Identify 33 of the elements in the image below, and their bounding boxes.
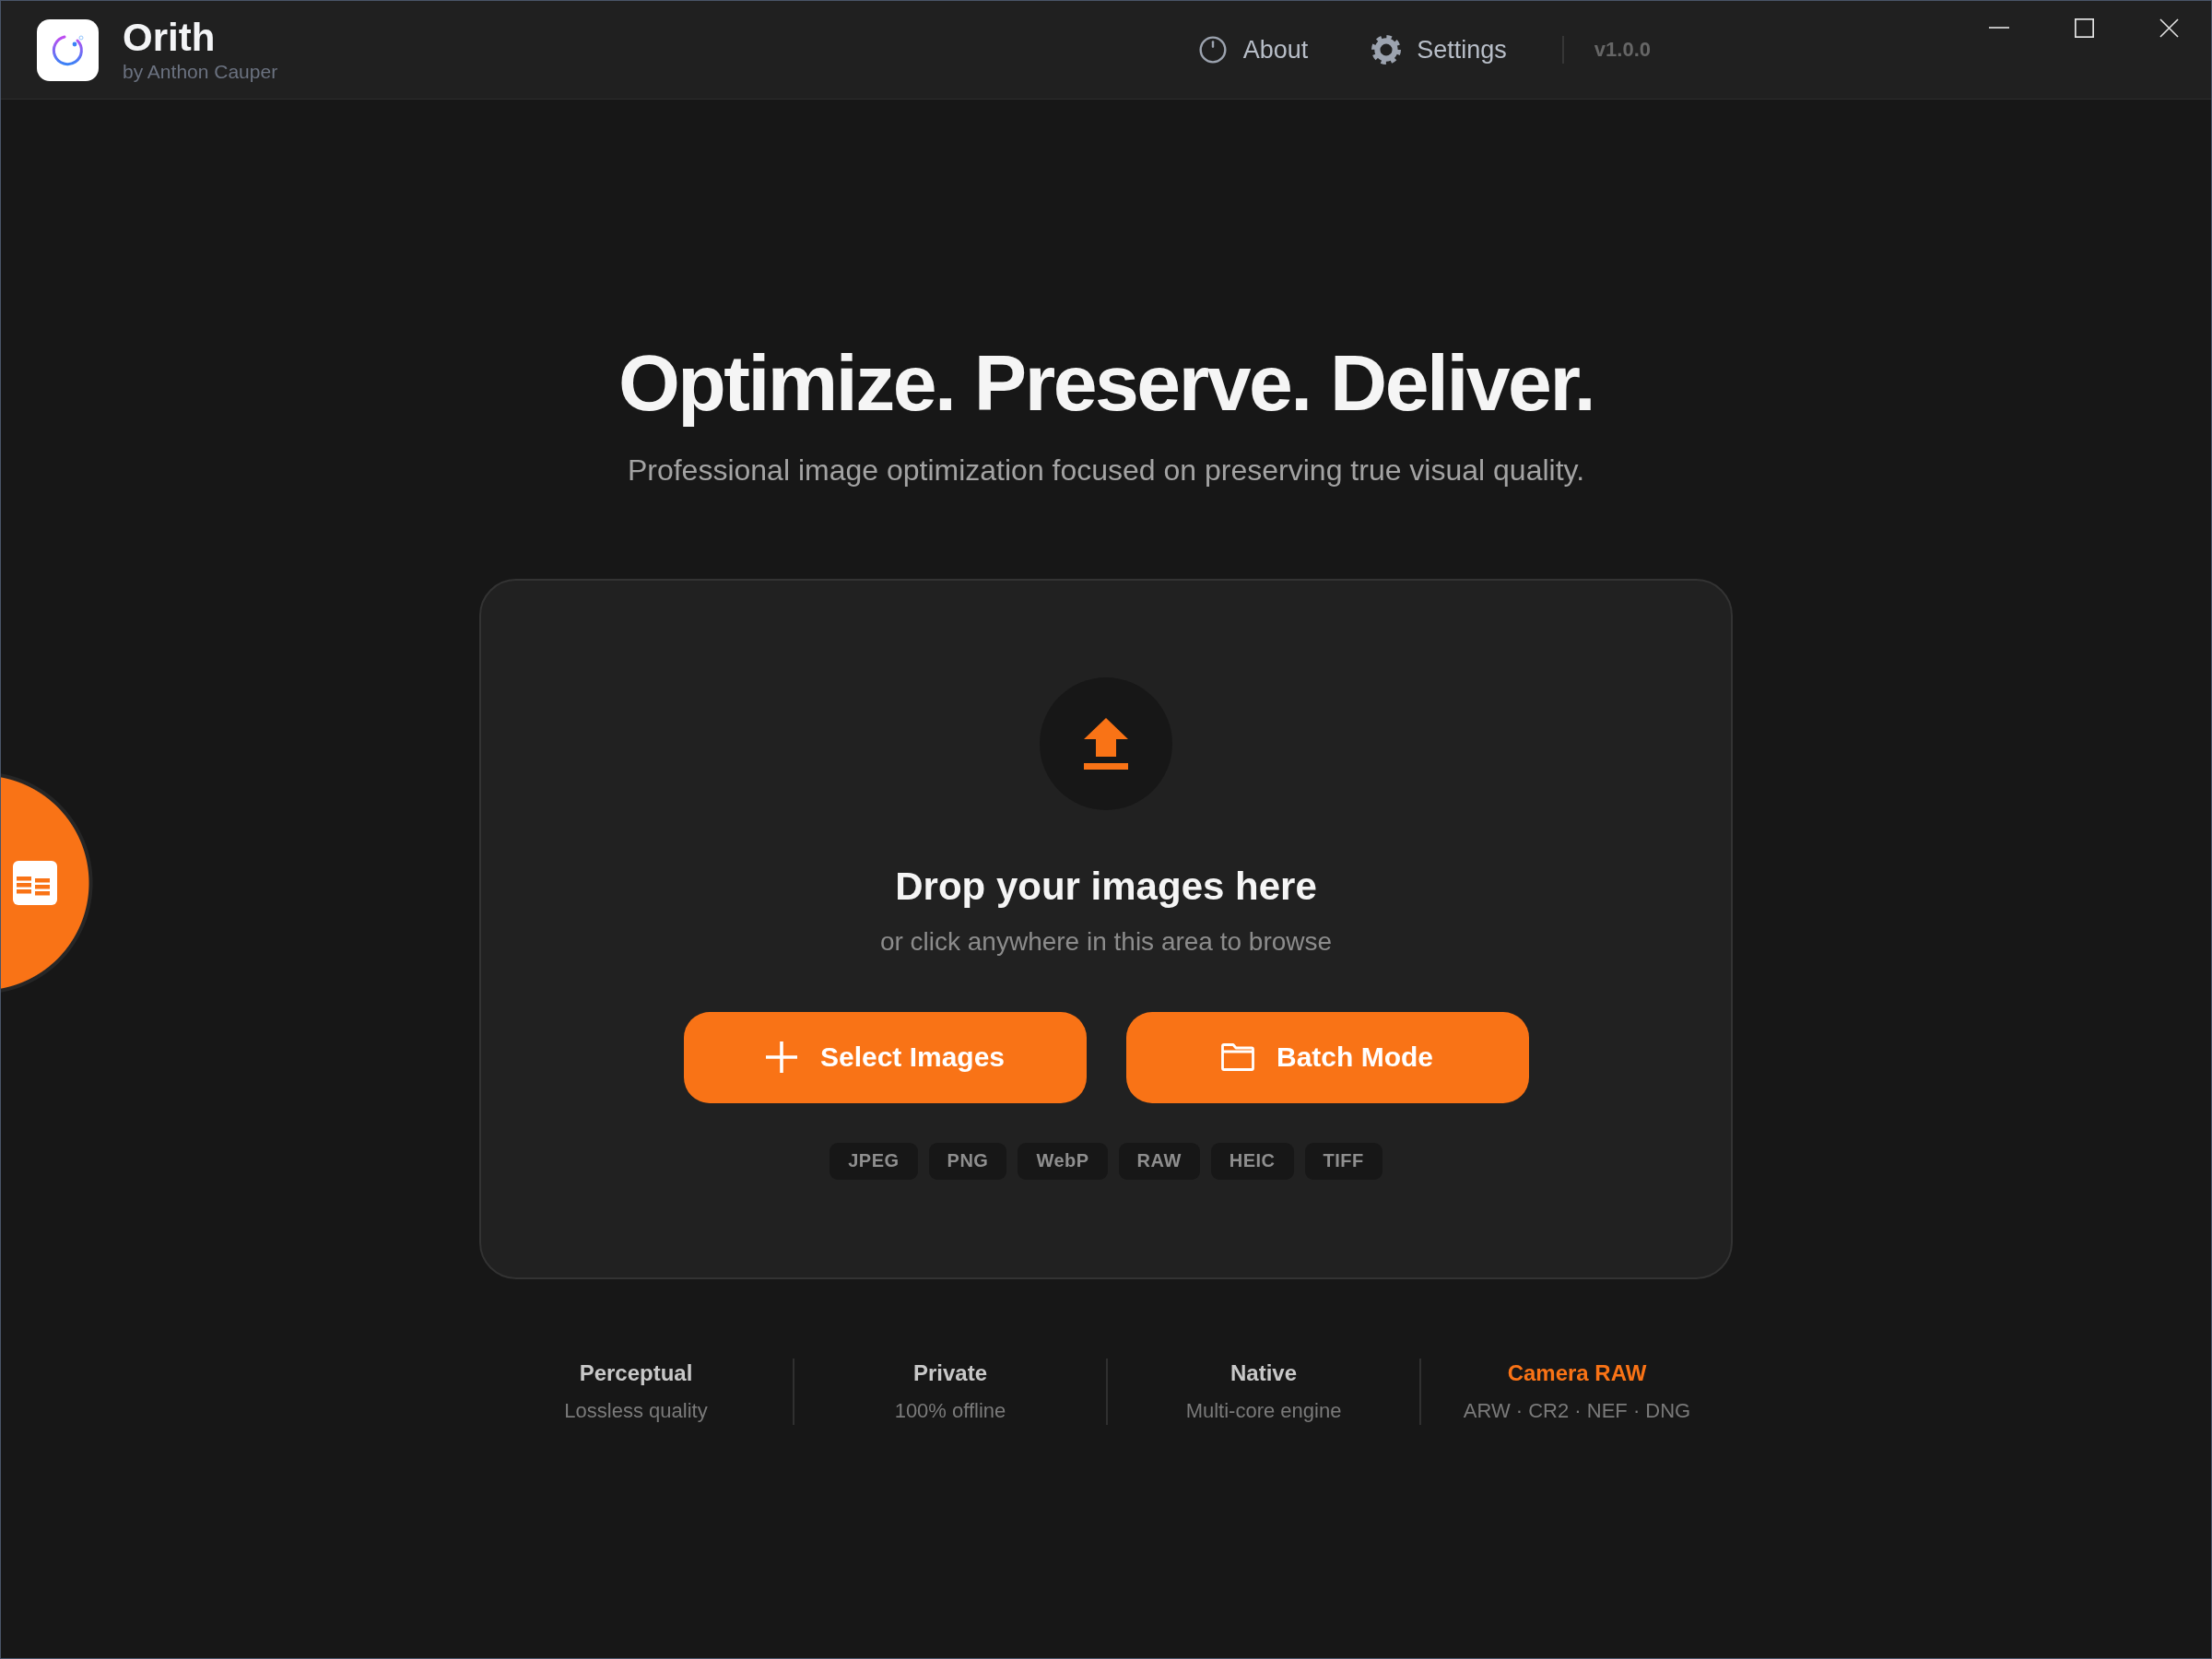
dial-icon	[1197, 35, 1228, 65]
feature-title: Perceptual	[579, 1359, 693, 1387]
logo-icon	[37, 18, 99, 81]
upload-icon	[1040, 677, 1172, 810]
close-icon	[2159, 18, 2179, 38]
feature-title: Camera RAW	[1507, 1359, 1647, 1387]
drop-title: Drop your images here	[895, 863, 1317, 910]
feature-detail: Lossless quality	[564, 1397, 708, 1424]
maximize-icon	[2074, 18, 2094, 38]
headline: Optimize. Preserve. Deliver.	[618, 337, 1594, 429]
list-icon	[13, 861, 57, 905]
format-tag: JPEG	[830, 1142, 918, 1180]
format-tag: HEIC	[1210, 1142, 1294, 1180]
format-tag: PNG	[928, 1142, 1007, 1180]
version-label: v1.0.0	[1594, 38, 1651, 62]
settings-button[interactable]: Settings	[1357, 26, 1522, 74]
feature-title: Native	[1230, 1359, 1297, 1387]
tagline: Professional image optimization focused on preserving true visual quality.	[627, 453, 1585, 489]
format-tag: RAW	[1118, 1142, 1200, 1180]
about-button[interactable]: About	[1182, 26, 1324, 74]
drop-hint: or click anywhere in this area to browse	[879, 926, 1333, 959]
format-tag: WebP	[1018, 1142, 1108, 1180]
minimize-icon	[1989, 27, 2009, 29]
feature-detail: Multi-core engine	[1185, 1397, 1342, 1424]
app-name: Orith	[123, 17, 217, 60]
plus-icon	[764, 1041, 798, 1075]
folder-icon	[1221, 1043, 1254, 1072]
feature-detail: 100% offline	[894, 1397, 1006, 1424]
feature-detail: ARW · CR2 · NEF · DNG	[1463, 1397, 1691, 1424]
settings-icon	[1371, 35, 1402, 65]
feature-title: Private	[912, 1359, 988, 1387]
format-tag: TIFF	[1304, 1142, 1382, 1180]
app-author: by Anthon Cauper	[123, 59, 278, 83]
